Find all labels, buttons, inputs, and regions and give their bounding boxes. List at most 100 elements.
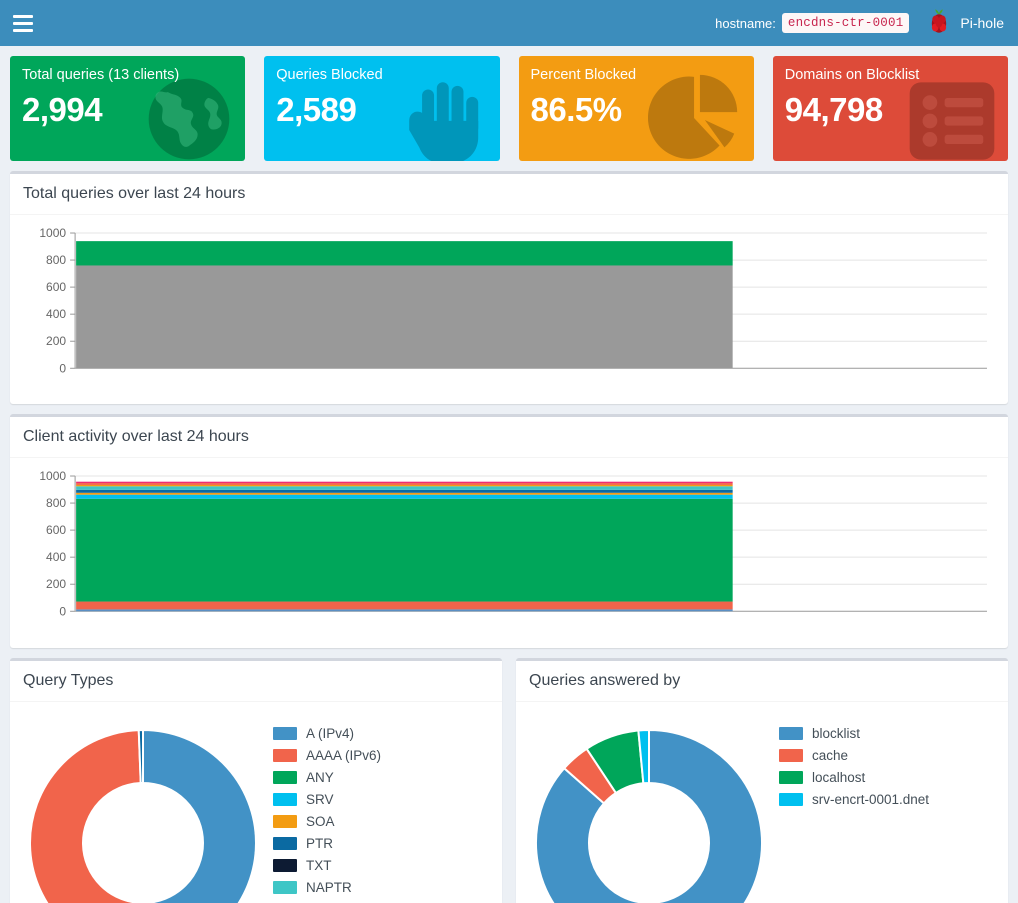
client-activity-chart-canvas[interactable]: 0 200 400 600 800 1000 [23, 468, 995, 633]
query-types-legend: A (IPv4) AAAA (IPv6) ANY SRV SOA PTR TXT NAPTR [273, 718, 489, 895]
svg-text:400: 400 [46, 307, 66, 321]
svg-text:400: 400 [46, 551, 66, 565]
legend-color-swatch [273, 792, 297, 806]
legend-label: srv-encrt-0001.dnet [812, 791, 930, 807]
panel-title: Client activity over last 24 hours [23, 428, 249, 446]
svg-text:1000: 1000 [39, 226, 66, 240]
stat-card-value: 94,798 [784, 91, 883, 129]
query-types-donut[interactable] [23, 718, 263, 903]
raspberry-pi-icon [927, 7, 951, 40]
legend-color-swatch [273, 858, 297, 872]
top-navigation-bar: hostname: encdns-ctr-0001 Pi-hole [0, 0, 1018, 46]
total-queries-chart[interactable]: 0 200 400 600 800 1000 [23, 225, 995, 390]
panel-query-types: Query Types A (IPv4) AAAA (IPv6) ANY SRV SOA… [10, 657, 502, 903]
legend-label: A (IPv4) [306, 725, 355, 741]
legend-label: NAPTR [306, 879, 352, 895]
svg-text:0: 0 [59, 605, 66, 619]
panel-header: Client activity over last 24 hours [10, 417, 1008, 459]
legend-item[interactable]: PTR [273, 836, 489, 851]
svg-text:800: 800 [46, 253, 66, 267]
panel-body: blocklist cache localhost srv-encrt-0001.dn… [516, 702, 1008, 903]
panel-header: Total queries over last 24 hours [10, 174, 1008, 215]
legend-item[interactable]: A (IPv4) [273, 726, 489, 741]
legend-label: TXT [306, 857, 332, 873]
svg-text:200: 200 [46, 578, 66, 592]
hostname-badge: encdns-ctr-0001 [781, 13, 910, 33]
panel-queries-answered-by: Queries answered by blocklist cache localh… [516, 657, 1008, 903]
panel-header: Queries answered by [516, 661, 1008, 702]
legend-color-swatch [273, 880, 297, 894]
query-types-donut-canvas[interactable] [23, 718, 263, 903]
stat-card-domains-blocklist[interactable]: Domains on Blocklist 94,798 [772, 56, 1008, 161]
legend-item[interactable]: localhost [779, 770, 995, 785]
legend-color-swatch [779, 770, 803, 784]
legend-label: cache [812, 747, 849, 763]
answered-by-donut[interactable] [529, 718, 769, 903]
stat-card-title: Domains on Blocklist [784, 67, 920, 83]
bottom-panels-row: Query Types A (IPv4) AAAA (IPv6) ANY SRV SOA… [0, 648, 1018, 903]
svg-text:600: 600 [46, 280, 66, 294]
panel-title: Queries answered by [529, 671, 681, 689]
legend-color-swatch [273, 814, 297, 828]
hamburger-bar [13, 14, 33, 18]
hostname-label: hostname: [715, 15, 776, 31]
panel-title: Total queries over last 24 hours [23, 185, 246, 202]
svg-text:800: 800 [46, 496, 66, 510]
legend-color-swatch [273, 770, 297, 784]
brand-logo[interactable]: Pi-hole [921, 7, 1004, 40]
panel-total-queries: Total queries over last 24 hours 0 200 400… [10, 171, 1008, 405]
legend-item[interactable]: blocklist [779, 726, 995, 741]
legend-label: SRV [306, 791, 334, 807]
legend-item[interactable]: SOA [273, 814, 489, 829]
legend-color-swatch [273, 748, 297, 762]
panel-header: Query Types [10, 661, 502, 702]
stat-card-value: 2,589 [276, 91, 357, 129]
panel-client-activity: Client activity over last 24 hours 0 200 4… [10, 414, 1008, 648]
header-right-group: hostname: encdns-ctr-0001 Pi-hole [715, 7, 1004, 40]
stat-card-value: 86.5% [530, 91, 623, 129]
svg-text:200: 200 [46, 334, 66, 348]
hamburger-bar [13, 21, 33, 25]
legend-color-swatch [779, 748, 803, 762]
hamburger-bar [13, 28, 33, 32]
donut-and-legend: blocklist cache localhost srv-encrt-0001.dn… [529, 712, 995, 903]
legend-item[interactable]: NAPTR [273, 880, 489, 895]
legend-item[interactable]: ANY [273, 770, 489, 785]
stat-card-total-queries[interactable]: Total queries (13 clients) 2,994 [10, 56, 246, 161]
panel-title: Query Types [23, 671, 114, 689]
stat-card-percent-blocked[interactable]: Percent Blocked 86.5% [518, 56, 754, 161]
legend-item[interactable]: cache [779, 748, 995, 763]
answered-by-legend: blocklist cache localhost srv-encrt-0001.dn… [779, 718, 995, 807]
panel-body: 0 200 400 600 800 1000 [10, 458, 1008, 647]
donut-and-legend: A (IPv4) AAAA (IPv6) ANY SRV SOA PTR TXT NAPTR [23, 712, 489, 903]
legend-item[interactable]: srv-encrt-0001.dnet [779, 792, 995, 807]
stat-cards-row: Total queries (13 clients) 2,994 Queries… [0, 46, 1018, 161]
legend-label: localhost [812, 769, 866, 785]
hamburger-menu-icon[interactable] [10, 10, 36, 36]
client-activity-chart[interactable]: 0 200 400 600 800 1000 [23, 468, 995, 633]
stat-card-value: 2,994 [22, 91, 103, 129]
legend-color-swatch [273, 836, 297, 850]
stat-card-queries-blocked[interactable]: Queries Blocked 2,589 [264, 56, 500, 161]
legend-item[interactable]: AAAA (IPv6) [273, 748, 489, 763]
stat-card-title: Percent Blocked [530, 67, 637, 83]
hostname-display: hostname: encdns-ctr-0001 [715, 13, 910, 33]
legend-color-swatch [779, 792, 803, 806]
legend-label: SOA [306, 813, 335, 829]
stat-card-title: Total queries (13 clients) [22, 67, 180, 83]
brand-label: Pi-hole [960, 15, 1004, 31]
legend-label: ANY [306, 769, 334, 785]
panel-body: A (IPv4) AAAA (IPv6) ANY SRV SOA PTR TXT NAPTR [10, 702, 502, 903]
legend-label: AAAA (IPv6) [306, 747, 382, 763]
answered-by-donut-canvas[interactable] [529, 718, 769, 903]
legend-label: blocklist [812, 725, 861, 741]
legend-item[interactable]: SRV [273, 792, 489, 807]
legend-item[interactable]: TXT [273, 858, 489, 873]
svg-text:600: 600 [46, 523, 66, 537]
legend-color-swatch [779, 726, 803, 740]
legend-label: PTR [306, 835, 333, 851]
legend-color-swatch [273, 726, 297, 740]
panel-body: 0 200 400 600 800 1000 [10, 215, 1008, 404]
total-queries-chart-canvas[interactable]: 0 200 400 600 800 1000 [23, 225, 995, 390]
svg-text:1000: 1000 [39, 469, 66, 483]
